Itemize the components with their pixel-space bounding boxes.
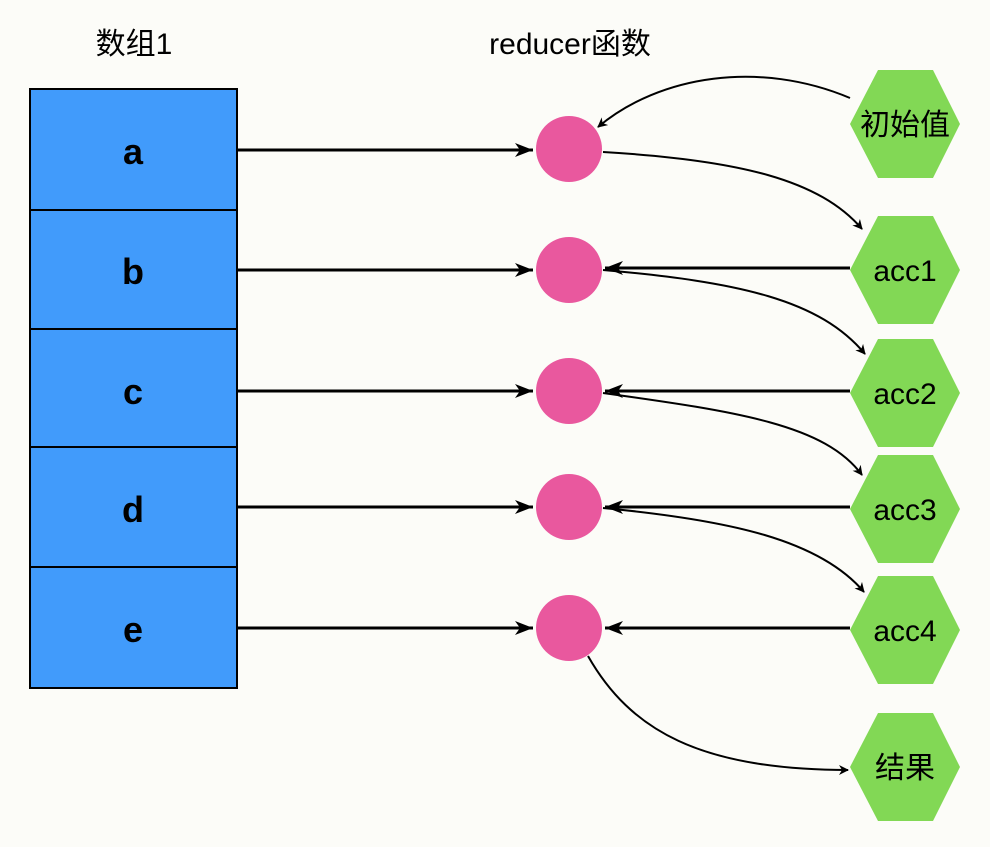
hexagons: 初始值 acc1 acc2 acc3 acc4 结果 — [850, 70, 960, 821]
hex-acc1-label: acc1 — [873, 255, 936, 288]
array-cell-label-a: a — [123, 131, 144, 172]
reducer-node-a — [536, 116, 602, 182]
reducer-node-c — [536, 358, 602, 424]
array-cell-label-c: c — [123, 371, 143, 412]
hex-result-label: 结果 — [875, 752, 935, 785]
curve-reducer-a-to-acc1 — [602, 151, 863, 230]
curve-initial-to-reducer-a — [597, 75, 851, 128]
curved-arrows — [587, 75, 866, 775]
array-cell-label-b: b — [122, 251, 144, 292]
curve-reducer-e-to-result — [587, 655, 849, 775]
array-cells: a b c d e — [29, 88, 238, 689]
cell-to-reducer-arrows — [237, 143, 533, 635]
array-cell-label-e: e — [123, 609, 143, 650]
array-cell-label-d: d — [122, 489, 144, 530]
reducer-node-b — [536, 237, 602, 303]
acc-to-reducer-arrows — [605, 261, 850, 635]
curve-reducer-c-to-acc3 — [602, 392, 863, 476]
reducer-node-d — [536, 474, 602, 540]
hex-acc2-label: acc2 — [873, 378, 936, 411]
array-title: 数组1 — [96, 28, 173, 61]
curve-reducer-d-to-acc4 — [602, 507, 865, 593]
reducer-title: reducer函数 — [489, 28, 651, 61]
reduce-diagram: 数组1 reducer函数 a b c d e 初始值 acc1 acc2 ac… — [29, 28, 960, 821]
reducer-nodes — [536, 116, 602, 661]
hex-initial-value-label: 初始值 — [860, 109, 950, 142]
reducer-node-e — [536, 595, 602, 661]
hex-acc3-label: acc3 — [873, 494, 936, 527]
hex-acc4-label: acc4 — [873, 615, 936, 648]
curve-reducer-b-to-acc2 — [602, 269, 866, 355]
